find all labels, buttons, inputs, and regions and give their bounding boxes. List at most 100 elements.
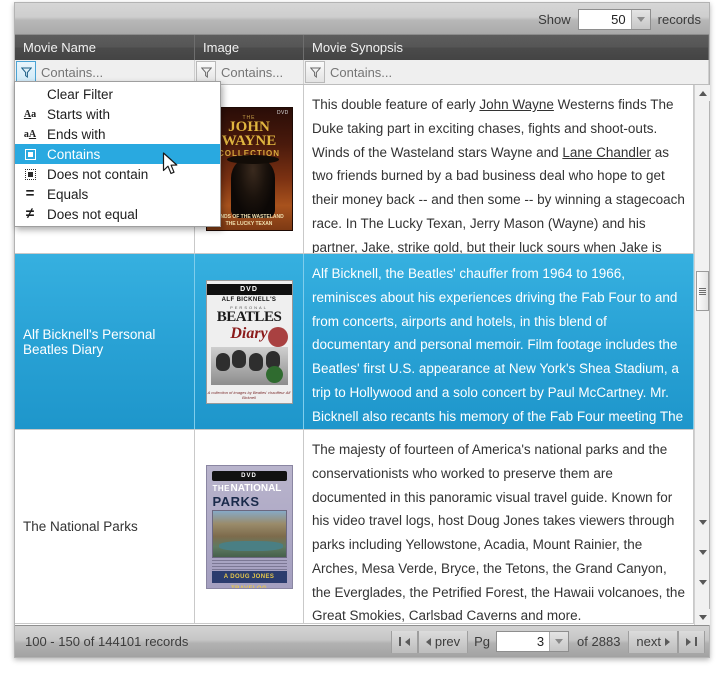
table-row[interactable]: Alf Bicknell's Personal Beatles Diary DV… <box>15 254 694 430</box>
cell-movie-synopsis: This double feature of early John Wayne … <box>304 85 694 253</box>
menu-item-label: Does not contain <box>47 166 149 182</box>
chevron-down-icon <box>555 639 564 644</box>
records-per-page-spinner[interactable] <box>577 8 651 30</box>
bar-icon <box>398 637 401 646</box>
page-size-control: Show records <box>538 3 701 35</box>
ends-with-icon: aA <box>23 128 37 140</box>
scroll-down-button[interactable] <box>695 609 710 625</box>
menu-item-label: Equals <box>47 186 89 202</box>
movie-grid-app: Show records Movie Name Image Movie Syno… <box>0 0 723 674</box>
first-page-button[interactable] <box>390 630 418 653</box>
show-label: Show <box>538 11 571 27</box>
column-header-movie-name[interactable]: Movie Name <box>15 35 195 60</box>
poster-head-shape <box>231 349 246 368</box>
poster-hat-shape <box>226 155 279 164</box>
contains-icon <box>17 144 43 164</box>
total-pages-label: of 2883 <box>577 634 621 649</box>
menu-item-ends-with[interactable]: aA Ends with <box>15 124 220 144</box>
menu-item-equals[interactable]: = Equals <box>15 184 220 204</box>
page-number-dropdown-button[interactable] <box>549 632 569 651</box>
poster-head-shape <box>215 352 230 371</box>
menu-item-label: Clear Filter <box>47 86 114 102</box>
cell-image: DVD ALF BICKNELL'S PERSONAL BEATLES Diar… <box>195 254 304 429</box>
poster-line-beatles: BEATLES <box>216 308 282 325</box>
filter-operator-menu[interactable]: Clear Filter Aa Starts with aA Ends with… <box>14 81 221 227</box>
scroll-up-button[interactable] <box>695 85 710 101</box>
poster-the-national-parks: DVD THE NATIONAL PARKS A DOUG JONES TRAV… <box>205 464 293 589</box>
synopsis-text: Alf Bicknell, the Beatles' chauffer from… <box>312 266 684 424</box>
arrow-left-icon <box>425 637 431 646</box>
filter-input-image[interactable] <box>216 61 303 83</box>
records-label: records <box>657 11 701 27</box>
record-count-label: 100 - 150 of 144101 records <box>25 634 189 649</box>
filter-menu-button-movie-synopsis[interactable] <box>305 61 325 83</box>
poster-dvd-badge: DVD <box>240 285 258 293</box>
filter-cell-movie-synopsis <box>304 60 709 84</box>
triangle-down-icon <box>698 580 707 602</box>
menu-item-label: Ends with <box>47 126 106 142</box>
menu-item-starts-with[interactable]: Aa Starts with <box>15 104 220 124</box>
arrow-right-icon <box>686 637 691 646</box>
page-number-spinner[interactable] <box>496 631 570 652</box>
poster-line-alf-bicknells: ALF BICKNELL'S <box>221 296 277 303</box>
menu-item-clear-filter[interactable]: Clear Filter <box>15 84 220 104</box>
page-label: Pg <box>474 634 491 649</box>
poster-travelog-banner: A DOUG JONES TRAVELOG <box>211 570 287 588</box>
column-header-image[interactable]: Image <box>195 35 304 60</box>
poster-head-shape <box>248 352 263 371</box>
no-icon <box>17 84 43 104</box>
last-page-button[interactable] <box>678 630 705 653</box>
column-header-row: Movie Name Image Movie Synopsis <box>15 35 709 60</box>
funnel-icon <box>309 67 321 78</box>
triangle-down-icon <box>698 614 707 620</box>
next-page-label: next <box>636 634 661 649</box>
table-row[interactable]: The National Parks DVD THE NATIONAL PARK… <box>15 430 694 624</box>
grip-icon <box>699 287 706 295</box>
cell-movie-name: Alf Bicknell's Personal Beatles Diary <box>15 254 195 429</box>
cell-movie-synopsis: Alf Bicknell, the Beatles' chauffer from… <box>304 254 694 429</box>
filter-menu-button-image[interactable] <box>196 61 216 83</box>
does-not-contain-icon <box>17 164 43 184</box>
synopsis-text: The majesty of fourteen of America's nat… <box>312 442 685 623</box>
poster-dvd-bar: DVD <box>206 283 292 295</box>
menu-item-does-not-contain[interactable]: Does not contain <box>15 164 220 184</box>
column-header-movie-synopsis[interactable]: Movie Synopsis <box>304 35 709 60</box>
poster-line-parks: PARKS <box>212 493 260 509</box>
poster-alf-bicknells-personal-beatles-diary: DVD ALF BICKNELL'S PERSONAL BEATLES Diar… <box>205 279 293 404</box>
poster-footer-line1: WINDS OF THE WASTELAND <box>214 214 284 220</box>
mouse-cursor-icon <box>162 152 178 175</box>
records-per-page-input[interactable] <box>578 9 631 29</box>
arrow-right-icon <box>665 637 670 646</box>
poster-dvd-badge: DVD <box>241 472 257 479</box>
menu-item-label: Starts with <box>47 106 111 122</box>
filter-input-movie-synopsis[interactable] <box>325 61 708 83</box>
records-per-page-dropdown-button[interactable] <box>630 9 650 29</box>
scrollbar-thumb[interactable] <box>696 271 709 311</box>
synopsis-text: This double feature of early John Wayne … <box>312 97 685 253</box>
does-not-equal-icon: ≠ <box>25 205 35 222</box>
triangle-down-icon <box>698 520 707 542</box>
poster-green-badge-shape <box>265 365 283 383</box>
menu-item-contains[interactable]: Contains <box>15 144 220 164</box>
next-page-button[interactable]: next <box>628 630 678 653</box>
triangle-down-icon <box>698 550 707 572</box>
poster-caption: A collection of images by Beatles' chauf… <box>207 389 291 400</box>
menu-item-does-not-equal[interactable]: ≠ Does not equal <box>15 204 220 224</box>
bar-icon <box>695 637 697 646</box>
starts-with-icon: Aa <box>23 108 37 120</box>
prev-page-button[interactable]: prev <box>417 630 469 653</box>
filter-input-movie-name[interactable] <box>36 61 194 83</box>
cell-movie-synopsis: The majesty of fourteen of America's nat… <box>304 430 694 623</box>
filter-menu-button-movie-name[interactable] <box>16 61 36 83</box>
vertical-scrollbar[interactable] <box>694 85 710 625</box>
pagination-controls: prev Pg of 2883 next <box>390 626 705 658</box>
cell-movie-name: The National Parks <box>15 430 195 623</box>
triangle-up-icon <box>698 90 707 96</box>
poster-line-the: THE <box>212 483 230 493</box>
poster-canyon-photo <box>211 509 287 558</box>
scroll-hint-icon-3 <box>698 580 707 603</box>
page-number-input[interactable] <box>497 632 550 651</box>
poster-band-photo <box>210 346 288 385</box>
cell-image: DVD THE NATIONAL PARKS A DOUG JONES TRAV… <box>195 430 304 623</box>
funnel-icon <box>20 67 32 78</box>
